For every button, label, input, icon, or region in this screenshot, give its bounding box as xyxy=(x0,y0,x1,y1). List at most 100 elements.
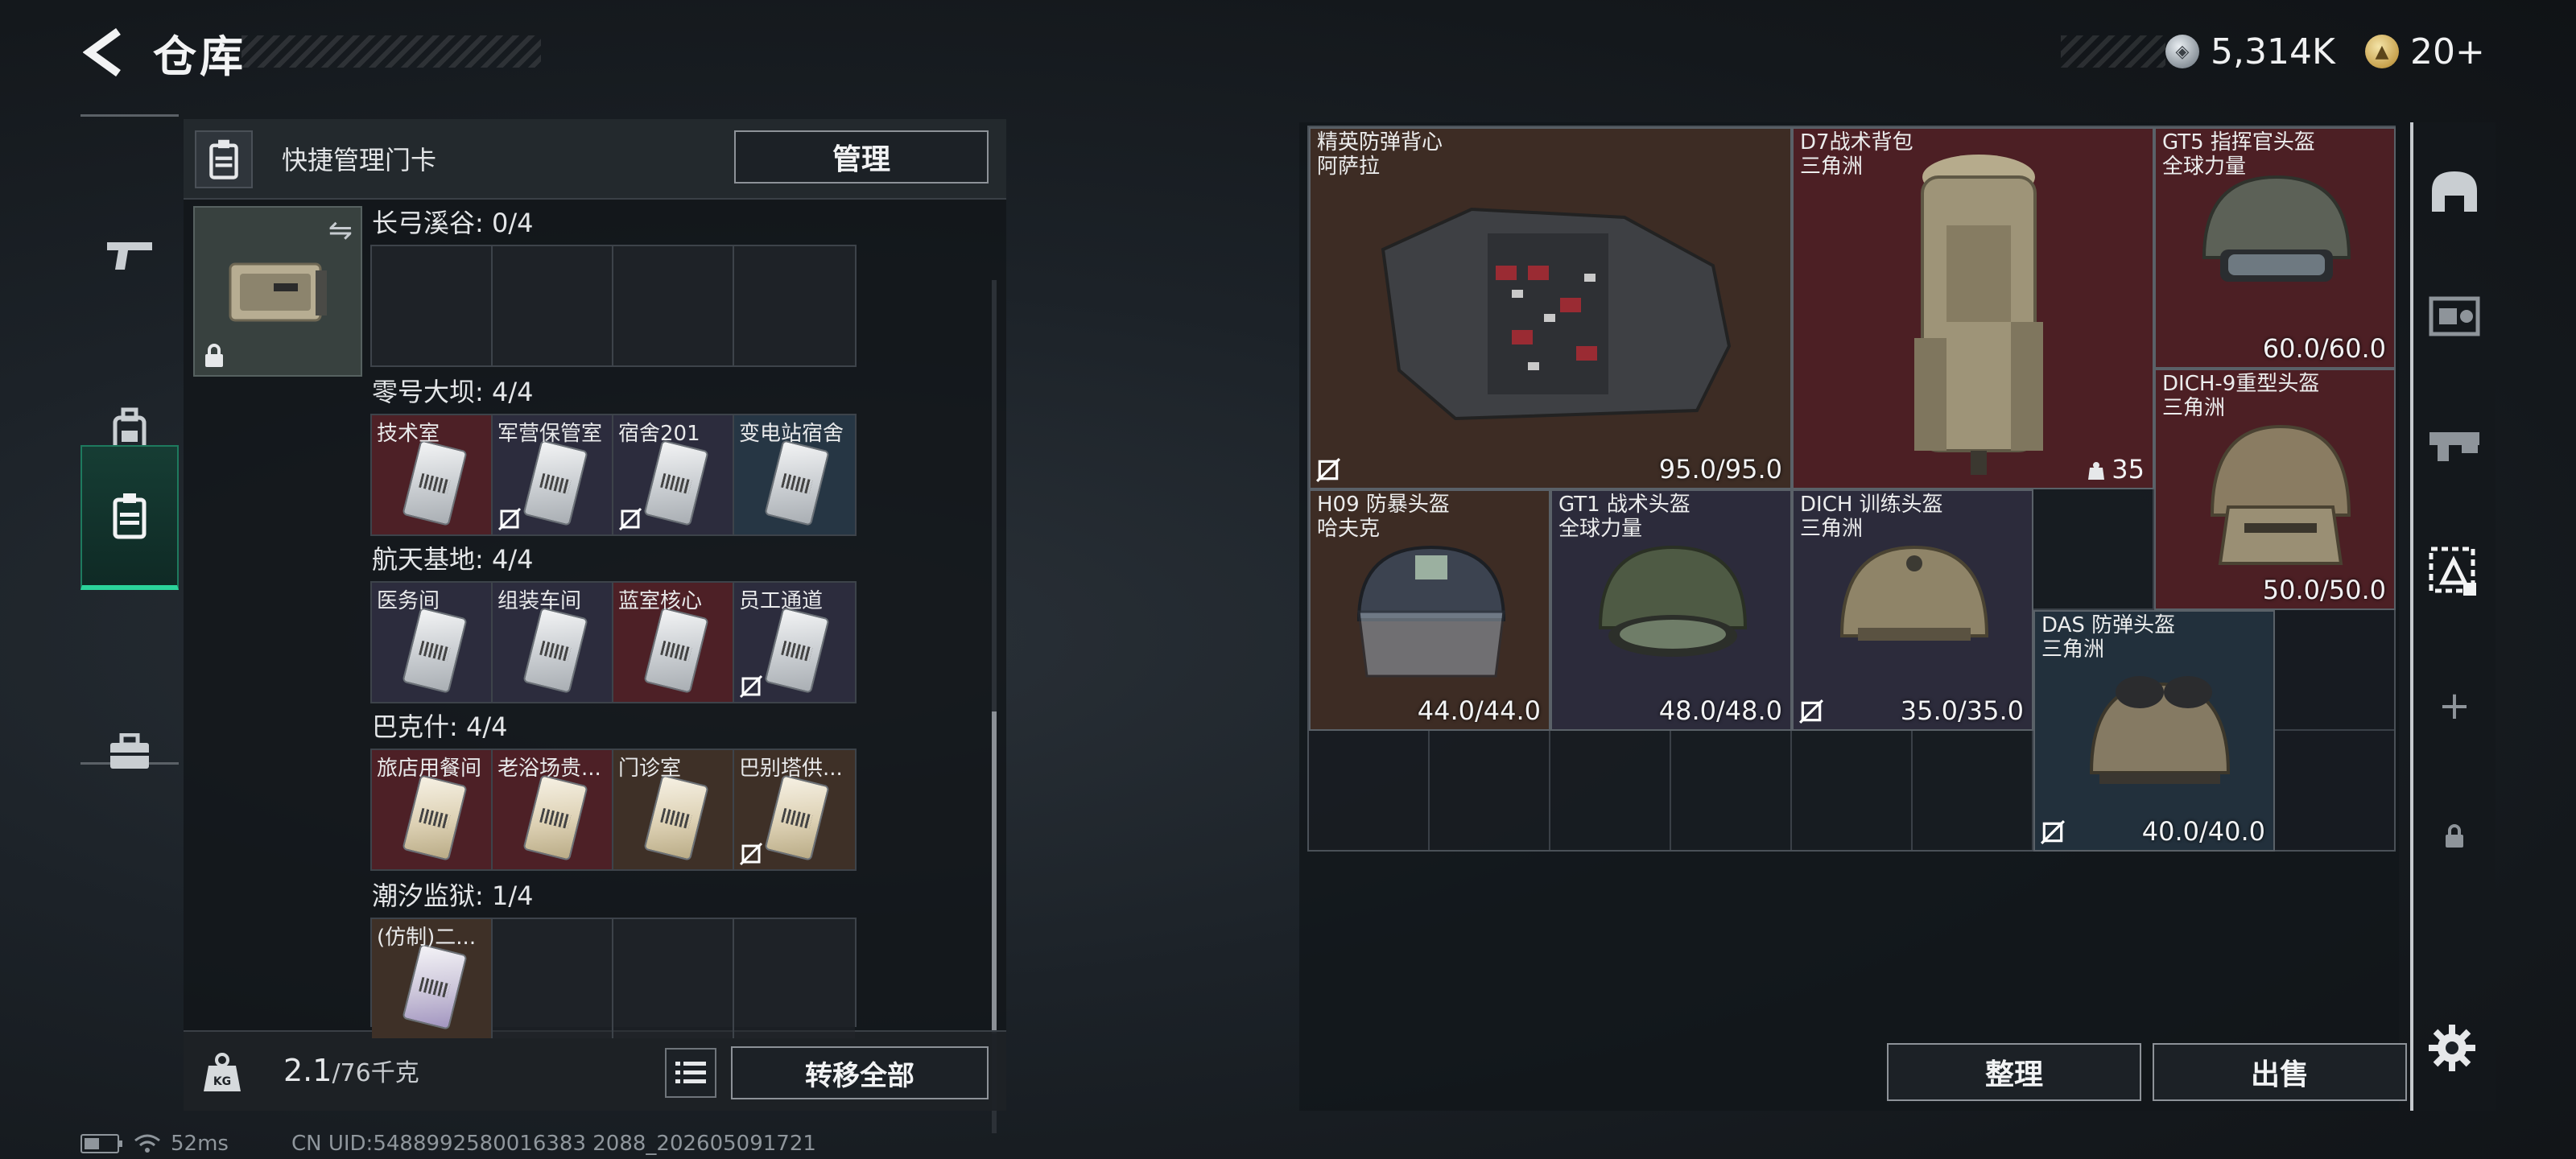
no-insure-icon xyxy=(739,842,763,866)
slot-row-bakeshi: 旅店用餐间 老浴场贵... 门诊室 巴别塔供... xyxy=(370,749,857,871)
keycard-slot[interactable]: 变电站宿舍 xyxy=(734,415,855,534)
keycard-scrollbar[interactable] xyxy=(992,280,997,1133)
gun-icon xyxy=(107,242,152,270)
item-durability: 95.0/95.0 xyxy=(1658,454,1782,485)
weight-icon: KG xyxy=(198,1048,246,1096)
item-durability: 35.0/35.0 xyxy=(1900,695,2024,726)
svg-text:KG: KG xyxy=(213,1075,231,1088)
item-faction: 全球力量 xyxy=(2162,155,2247,179)
currency-silver[interactable]: ◈ 5,314K xyxy=(2165,27,2335,76)
transfer-all-button[interactable]: 转移全部 xyxy=(731,1046,989,1099)
keycard-slot[interactable]: 医务间 xyxy=(372,583,493,702)
keycard-name: 变电站宿舍 xyxy=(739,422,844,446)
section-label-bakeshi: 巴克什: 4/4 xyxy=(372,711,508,742)
item-name: D7战术背包 xyxy=(1800,130,1913,155)
helmet-image xyxy=(1839,545,1989,641)
keycard-slot-empty[interactable] xyxy=(493,246,613,365)
keycard-slot[interactable]: 老浴场贵... xyxy=(493,750,613,869)
keycard-panel-footer: KG 2.1/76千克 转移全部 xyxy=(184,1030,1006,1111)
keycard-slot[interactable]: 员工通道 xyxy=(734,583,855,702)
stash-item[interactable]: DICH-9重型头盔 三角洲 50.0/50.0 xyxy=(2154,369,2396,610)
stash-tab-locked[interactable] xyxy=(2413,800,2496,872)
currency-gold[interactable]: ▲ 20+ xyxy=(2365,27,2485,76)
keycard-image xyxy=(402,439,468,526)
gear-icon xyxy=(2429,1025,2475,1071)
organize-button[interactable]: 整理 xyxy=(1887,1043,2141,1101)
keycard-name: 组装车间 xyxy=(497,589,582,613)
keycard-image xyxy=(402,943,468,1030)
keycard-slot-empty[interactable] xyxy=(734,246,855,365)
lock-icon xyxy=(2446,824,2463,848)
stash-item[interactable]: DICH 训练头盔 三角洲 35.0/35.0 xyxy=(1792,489,2033,731)
keycard-slot[interactable]: 宿舍201 xyxy=(613,415,734,534)
keycard-slot[interactable]: 军营保管室 xyxy=(493,415,613,534)
settings-button[interactable] xyxy=(2423,1019,2481,1077)
no-insure-icon xyxy=(2041,820,2065,844)
keycard-slot[interactable]: 组装车间 xyxy=(493,583,613,702)
stash-tab-weapons[interactable] xyxy=(2413,409,2496,481)
section-label-linghao: 零号大坝: 4/4 xyxy=(372,377,534,407)
section-label-chaoxi: 潮汐监狱: 1/4 xyxy=(372,881,534,911)
stash-item[interactable]: DAS 防弹头盔 三角洲 40.0/40.0 xyxy=(2033,610,2275,852)
category-rail xyxy=(80,114,179,769)
keycard-slot-empty[interactable] xyxy=(613,246,734,365)
weight-value: 2.1 xyxy=(283,1053,332,1088)
stash-item[interactable]: H09 防暴头盔 哈夫克 44.0/44.0 xyxy=(1309,489,1550,731)
keycard-image xyxy=(522,774,588,861)
keycard-slot[interactable]: 旅店用餐间 xyxy=(372,750,493,869)
no-insure-icon xyxy=(497,507,522,531)
chevron-left-icon xyxy=(83,28,121,76)
section-label-hangtian: 航天基地: 4/4 xyxy=(372,544,534,575)
keycard-holder-icon xyxy=(113,493,147,539)
slot-row-chaoxi: (仿制)二... xyxy=(370,918,857,1038)
list-view-button[interactable] xyxy=(665,1048,716,1098)
keycard-holder-tile[interactable]: ⇋ xyxy=(193,206,362,377)
keycard-slot-empty[interactable] xyxy=(734,919,855,1038)
stash-item[interactable]: GT1 战术头盔 全球力量 48.0/48.0 xyxy=(1550,489,1792,731)
rail-item-keycards[interactable] xyxy=(80,445,179,590)
stash-item[interactable]: 精英防弹背心 阿萨拉 95.0/95.0 xyxy=(1309,127,1792,489)
rail-item-cases[interactable] xyxy=(80,680,179,825)
item-faction: 哈夫克 xyxy=(1317,517,1381,541)
helmet-image xyxy=(2210,424,2351,565)
backpack-image xyxy=(1914,155,2043,475)
item-durability: 48.0/48.0 xyxy=(1658,695,1782,726)
currency-silver-value: 5,314K xyxy=(2211,31,2335,72)
back-button[interactable] xyxy=(77,24,129,80)
ping-value: 52ms xyxy=(171,1132,229,1156)
rail-item-weapons[interactable] xyxy=(80,181,179,326)
item-durability: 60.0/60.0 xyxy=(2262,333,2386,364)
keycard-slot-empty[interactable] xyxy=(613,919,734,1038)
item-name: DAS 防弹头盔 xyxy=(2041,613,2176,637)
stash-tab-helmets[interactable] xyxy=(2413,155,2496,227)
slot-row-linghao: 技术室 军营保管室 宿舍201 变电站宿舍 xyxy=(370,414,857,536)
stash-tab-filter[interactable] xyxy=(2413,536,2496,608)
title-decoration xyxy=(242,35,541,68)
keycard-slot-empty[interactable] xyxy=(493,919,613,1038)
wifi-icon xyxy=(134,1134,160,1153)
keycard-slot[interactable]: 门诊室 xyxy=(613,750,734,869)
sell-button[interactable]: 出售 xyxy=(2153,1043,2407,1101)
stash-tab-armor[interactable] xyxy=(2413,280,2496,353)
item-durability: 44.0/44.0 xyxy=(1417,695,1541,726)
slot-row-changgong xyxy=(370,245,857,367)
item-faction: 三角洲 xyxy=(2162,396,2226,420)
keycard-slot[interactable]: 巴别塔供... xyxy=(734,750,855,869)
stash-item[interactable]: D7战术背包 三角洲 35 xyxy=(1792,127,2154,489)
keycard-slot[interactable]: 蓝室核心 xyxy=(613,583,734,702)
stash-item[interactable]: GT5 指挥官头盔 全球力量 60.0/60.0 xyxy=(2154,127,2396,369)
gear-filter-icon xyxy=(2429,547,2476,596)
scrollbar-thumb[interactable] xyxy=(992,711,997,1033)
keycard-slot[interactable]: (仿制)二... xyxy=(372,919,493,1038)
keycard-name: 蓝室核心 xyxy=(618,589,703,613)
list-icon xyxy=(675,1062,706,1083)
keycard-slot[interactable]: 技术室 xyxy=(372,415,493,534)
item-faction: 三角洲 xyxy=(1800,517,1864,541)
manage-button[interactable]: 管理 xyxy=(734,130,989,184)
silver-coin-icon: ◈ xyxy=(2165,35,2199,68)
item-durability: 50.0/50.0 xyxy=(2262,575,2386,605)
keycard-slot-empty[interactable] xyxy=(372,246,493,365)
helmet-image xyxy=(2089,676,2231,784)
stash-tab-add[interactable]: + xyxy=(2413,670,2496,742)
lock-icon xyxy=(205,344,223,367)
